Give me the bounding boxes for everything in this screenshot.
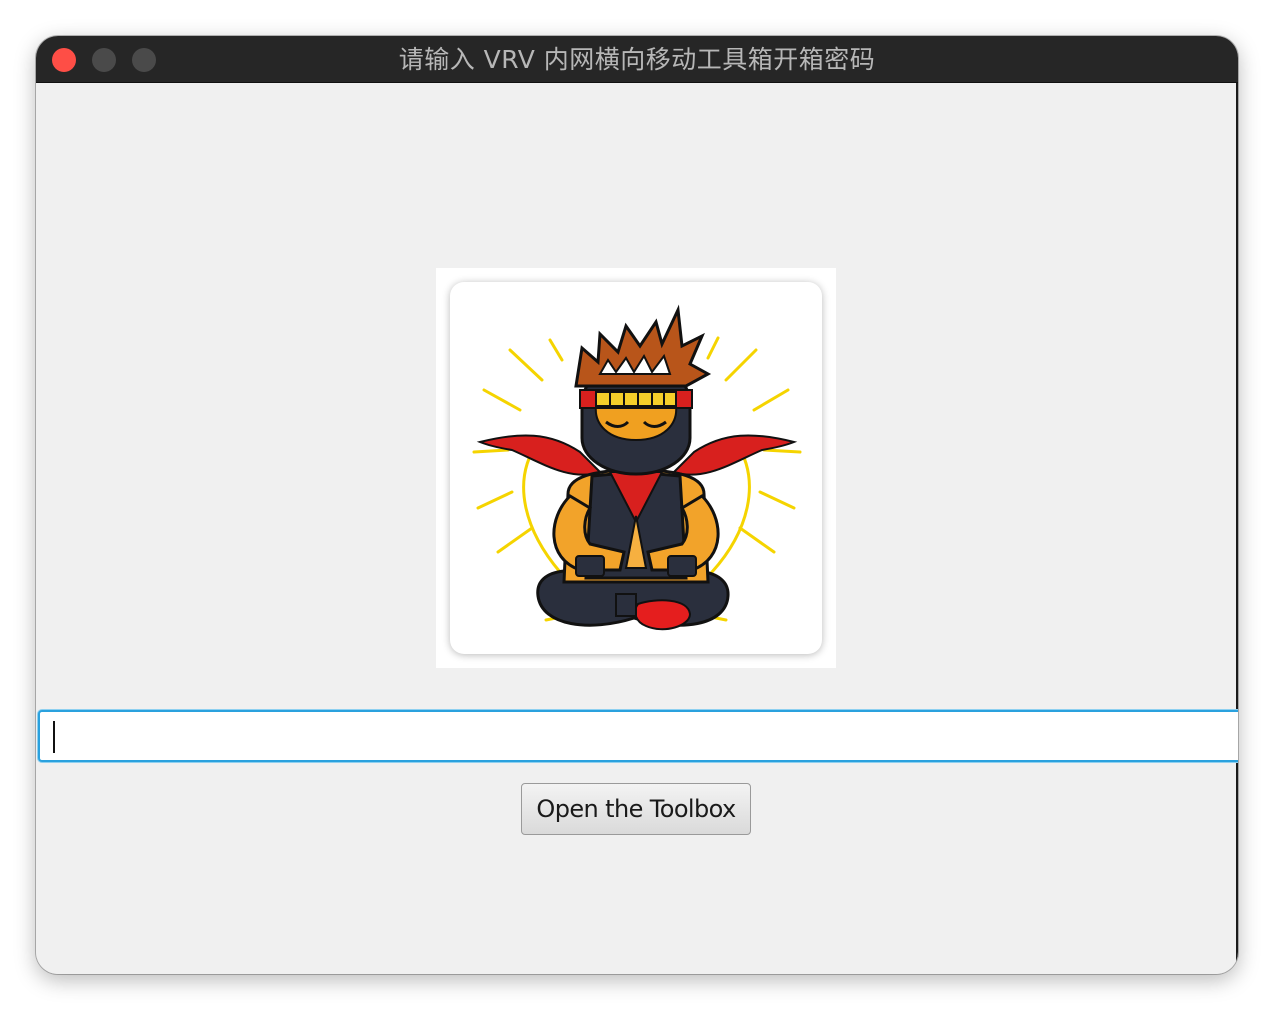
window-edge bbox=[1236, 83, 1238, 974]
ninja-illustration bbox=[472, 304, 802, 631]
password-input[interactable] bbox=[38, 710, 1238, 762]
window-title: 请输入 VRV 内网横向移动工具箱开箱密码 bbox=[398, 45, 876, 74]
content-area: Open the Toolbox bbox=[36, 83, 1238, 974]
open-toolbox-button[interactable]: Open the Toolbox bbox=[521, 783, 751, 835]
logo-frame bbox=[436, 268, 836, 668]
meditating-ninja-image bbox=[450, 282, 822, 654]
title-bar[interactable]: 请输入 VRV 内网横向移动工具箱开箱密码 bbox=[36, 36, 1238, 83]
app-window: 请输入 VRV 内网横向移动工具箱开箱密码 Open the Toolbox bbox=[36, 36, 1238, 974]
text-cursor bbox=[53, 721, 55, 753]
